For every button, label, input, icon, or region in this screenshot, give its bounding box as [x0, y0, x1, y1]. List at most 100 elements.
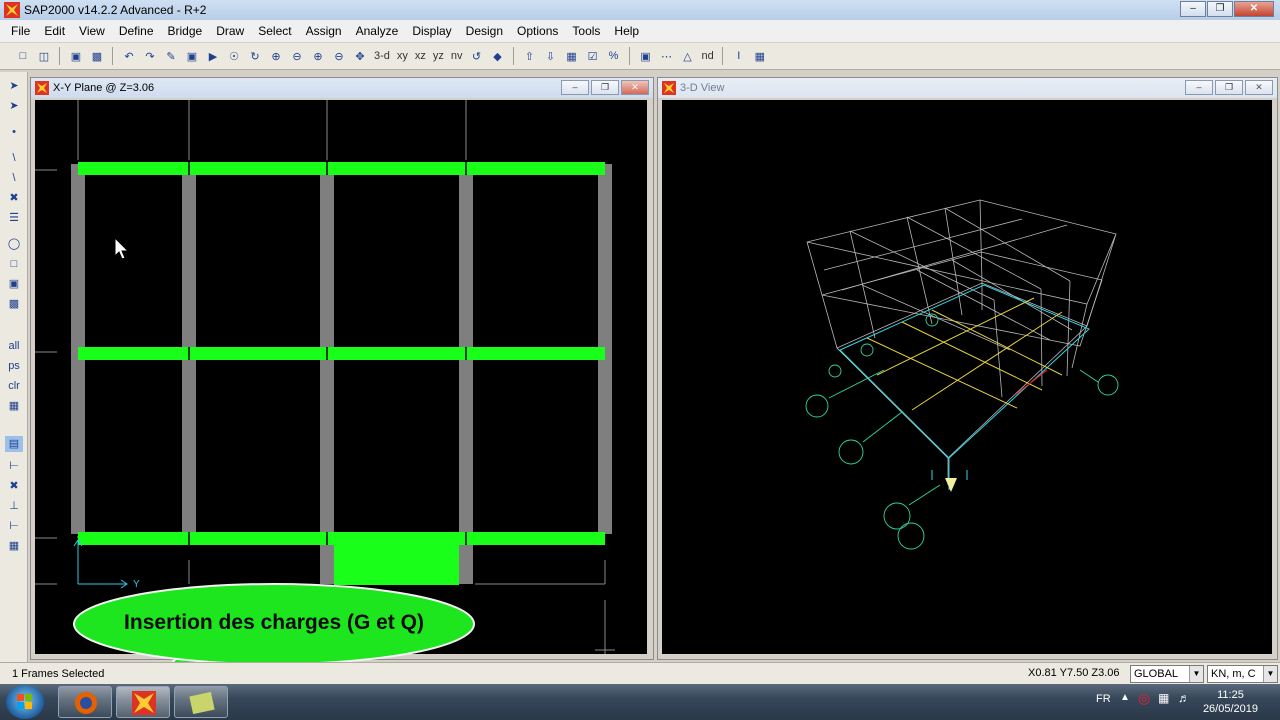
draw-poly-area-icon[interactable]: ◯ — [5, 236, 23, 252]
clear-selection-button[interactable]: clr — [5, 378, 23, 394]
menu-assign[interactable]: Assign — [299, 24, 349, 38]
beam[interactable] — [78, 347, 605, 360]
zoom-step-out-icon[interactable]: ⊖ — [330, 47, 348, 65]
pencil-icon[interactable]: ✎ — [162, 47, 180, 65]
frame-shape-icon[interactable]: ▣ — [637, 47, 655, 65]
clock[interactable]: 11:25 26/05/2019 — [1203, 688, 1258, 716]
menu-tools[interactable]: Tools — [565, 24, 607, 38]
xy-window-close-button[interactable]: ✕ — [621, 80, 649, 95]
rotate-3d-icon[interactable]: ↺ — [468, 47, 486, 65]
snap-ends-icon[interactable]: ⊢ — [5, 458, 23, 474]
view-xz-button[interactable]: xz — [413, 47, 428, 65]
menu-bridge[interactable]: Bridge — [161, 24, 210, 38]
menu-draw[interactable]: Draw — [209, 24, 251, 38]
redo-icon[interactable]: ↷ — [141, 47, 159, 65]
menu-define[interactable]: Define — [112, 24, 161, 38]
menu-file[interactable]: File — [4, 24, 37, 38]
model-3d-drawing[interactable] — [662, 100, 1272, 654]
view-yz-button[interactable]: yz — [431, 47, 446, 65]
xy-window-restore-button[interactable]: ❐ — [591, 80, 619, 95]
plan-drawing[interactable]: Y — [35, 100, 647, 654]
network-icon[interactable]: ▦ — [1158, 691, 1169, 705]
volume-icon[interactable]: ♬ — [1178, 691, 1190, 705]
truss-icon[interactable]: △ — [679, 47, 697, 65]
zoom-in-icon[interactable]: ⊕ — [267, 47, 285, 65]
view3d-canvas[interactable] — [662, 100, 1272, 654]
snap-points-icon[interactable]: ▤ — [5, 436, 23, 452]
frame-deformed-icon[interactable]: ⋯ — [658, 47, 676, 65]
draw-joint-icon[interactable]: • — [5, 124, 23, 140]
reshaper-icon[interactable]: ➤ — [5, 98, 23, 114]
draw-secondary-beams-icon[interactable]: ☰ — [5, 210, 23, 226]
menu-edit[interactable]: Edit — [37, 24, 72, 38]
percent-icon[interactable]: % — [605, 47, 623, 65]
lock-icon[interactable]: ▣ — [183, 47, 201, 65]
view3d-minimize-button[interactable]: – — [1185, 80, 1213, 95]
snap-intersection-icon[interactable]: ✖ — [5, 478, 23, 494]
selected-floor[interactable] — [839, 284, 1090, 490]
menu-view[interactable]: View — [72, 24, 112, 38]
view-nd-button[interactable]: nd — [700, 47, 716, 65]
run-analysis-icon[interactable]: ▶ — [204, 47, 222, 65]
restore-button[interactable]: ❐ — [1207, 1, 1233, 17]
view-nv-button[interactable]: nv — [449, 47, 465, 65]
move-up-icon[interactable]: ⇧ — [521, 47, 539, 65]
refresh-view-icon[interactable]: ↻ — [246, 47, 264, 65]
taskbar-sap2000[interactable] — [116, 686, 170, 718]
draw-rect-area-icon[interactable]: □ — [5, 256, 23, 272]
display-table-icon[interactable]: ▦ — [751, 47, 769, 65]
xy-plane-canvas[interactable]: Y — [35, 100, 647, 654]
view-xy-button[interactable]: xy — [395, 47, 410, 65]
select-all-button[interactable]: all — [5, 338, 23, 354]
menu-design[interactable]: Design — [459, 24, 510, 38]
perspective-icon[interactable]: ◆ — [489, 47, 507, 65]
view3d-close-button[interactable]: ✕ — [1245, 80, 1273, 95]
xy-window-minimize-button[interactable]: – — [561, 80, 589, 95]
menu-options[interactable]: Options — [510, 24, 565, 38]
save-icon[interactable]: ▣ — [67, 47, 85, 65]
menu-select[interactable]: Select — [251, 24, 298, 38]
quick-draw-frame-icon[interactable]: \ — [5, 170, 23, 186]
beam[interactable] — [78, 162, 605, 175]
menu-display[interactable]: Display — [405, 24, 458, 38]
draw-braces-icon[interactable]: ✖ — [5, 190, 23, 206]
menu-analyze[interactable]: Analyze — [349, 24, 406, 38]
column[interactable] — [320, 540, 334, 584]
view-3d-button[interactable]: 3-d — [372, 47, 392, 65]
units-select[interactable]: KN, m, C ▼ — [1207, 665, 1278, 683]
draw-solid-icon[interactable]: ▩ — [5, 296, 23, 312]
draw-frame-icon[interactable]: \ — [5, 150, 23, 166]
zoom-step-in-icon[interactable]: ⊕ — [309, 47, 327, 65]
previous-selection-button[interactable]: ps — [5, 358, 23, 374]
snap-lines-icon[interactable]: ⊢ — [5, 518, 23, 534]
beam[interactable] — [78, 532, 605, 545]
column[interactable] — [459, 540, 473, 584]
print-icon[interactable]: ▩ — [88, 47, 106, 65]
open-folder-icon[interactable]: ◫ — [35, 47, 53, 65]
show-hidden-icons-icon[interactable]: ▲ — [1120, 692, 1130, 703]
minimize-button[interactable]: – — [1180, 1, 1206, 17]
start-button[interactable] — [6, 685, 44, 719]
taskbar-firefox[interactable] — [58, 686, 112, 718]
menu-help[interactable]: Help — [607, 24, 646, 38]
quick-draw-area-icon[interactable]: ▣ — [5, 276, 23, 292]
zoom-out-icon[interactable]: ⊖ — [288, 47, 306, 65]
set-display-options-icon[interactable]: ▦ — [563, 47, 581, 65]
language-indicator[interactable]: FR — [1096, 693, 1111, 705]
coord-system-select[interactable]: GLOBAL ▼ — [1130, 665, 1204, 683]
intersecting-line-icon[interactable]: ▦ — [5, 398, 23, 414]
pointer-icon[interactable]: ➤ — [5, 78, 23, 94]
new-file-icon[interactable]: □ — [14, 47, 32, 65]
view3d-restore-button[interactable]: ❐ — [1215, 80, 1243, 95]
undo-icon[interactable]: ↶ — [120, 47, 138, 65]
section-cut-icon[interactable]: I — [730, 47, 748, 65]
checkbox-icon[interactable]: ☑ — [584, 47, 602, 65]
antivirus-icon[interactable]: ◎ — [1138, 690, 1150, 707]
pan-icon[interactable]: ✥ — [351, 47, 369, 65]
snap-fine-grid-icon[interactable]: ▦ — [5, 538, 23, 554]
snap-perpendicular-icon[interactable]: ⊥ — [5, 498, 23, 514]
close-button[interactable]: ✕ — [1234, 1, 1274, 17]
slab-loaded-area[interactable] — [334, 545, 459, 585]
move-down-icon[interactable]: ⇩ — [542, 47, 560, 65]
rubber-band-zoom-icon[interactable]: ☉ — [225, 47, 243, 65]
